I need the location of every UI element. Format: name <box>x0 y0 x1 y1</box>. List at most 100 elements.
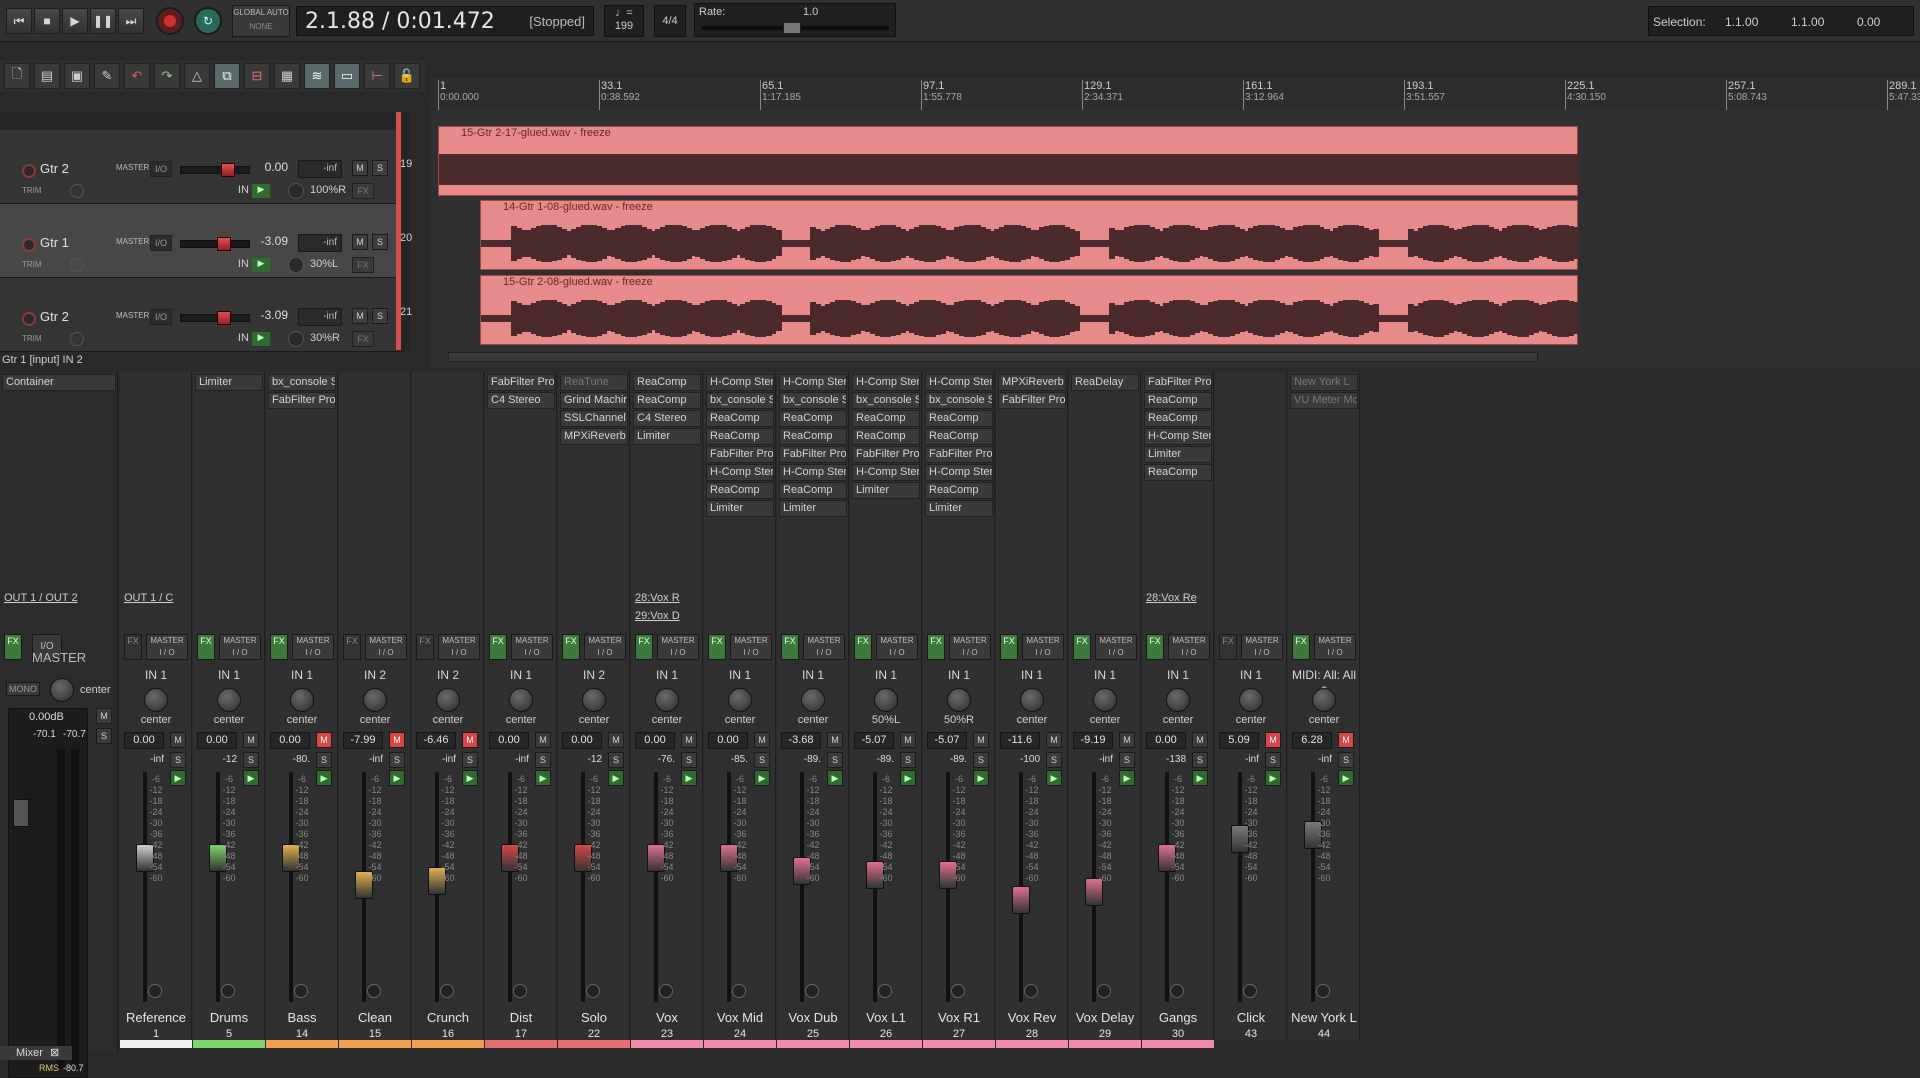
strip-input[interactable]: IN 1 <box>266 668 338 682</box>
io-button[interactable]: MASTER I / O <box>657 634 699 660</box>
fx-slot[interactable]: H-Comp Ster <box>925 374 993 391</box>
monitor-icon[interactable]: ▶ <box>252 184 270 198</box>
strip-input[interactable]: IN 1 <box>193 668 265 682</box>
io-button[interactable]: MASTER I / O <box>730 634 772 660</box>
volume-slider-handle[interactable] <box>221 163 235 177</box>
mute-button[interactable]: M <box>827 732 843 748</box>
strip-input[interactable]: IN 1 <box>1215 668 1287 682</box>
fx-slot[interactable]: ReaComp <box>633 374 701 391</box>
fx-slot[interactable]: H-Comp Ster <box>1144 428 1212 445</box>
phase-icon[interactable] <box>805 984 819 998</box>
strip-input[interactable]: IN 1 <box>631 668 703 682</box>
strip-volume[interactable]: -7.99 <box>343 732 383 749</box>
fx-button[interactable]: FX <box>352 183 374 199</box>
fx-slot[interactable]: FabFilter Pro- <box>1144 374 1212 391</box>
fx-slot[interactable]: FabFilter Pro- <box>706 446 774 463</box>
fx-slot[interactable]: FabFilter Pro- <box>779 446 847 463</box>
trim-button[interactable]: TRIM <box>22 331 62 347</box>
io-button[interactable]: I/O <box>150 309 172 325</box>
mute-button[interactable]: M <box>900 732 916 748</box>
strip-name[interactable]: Drums <box>193 1010 265 1025</box>
strip-name[interactable]: Click <box>1215 1010 1287 1025</box>
fx-slot[interactable]: ReaComp <box>925 410 993 427</box>
fx-slot[interactable]: bx_console S <box>779 392 847 409</box>
fx-slot[interactable]: Limiter <box>852 482 920 499</box>
solo-button[interactable]: S <box>754 752 770 768</box>
pan-knob[interactable] <box>436 688 460 712</box>
pan-knob[interactable] <box>363 688 387 712</box>
strip-input[interactable]: IN 1 <box>850 668 922 682</box>
pan-knob[interactable] <box>509 688 533 712</box>
time-display[interactable]: 2.1.88 / 0:01.472 [Stopped] <box>296 6 594 36</box>
mute-button[interactable]: M <box>352 160 368 176</box>
strip-input[interactable]: IN 1 <box>120 668 192 682</box>
fx-button[interactable]: FX <box>1219 634 1237 660</box>
mute-button[interactable]: M <box>1338 732 1354 748</box>
strip-volume[interactable]: 0.00 <box>635 732 675 749</box>
phase-icon[interactable] <box>440 984 454 998</box>
fx-slot[interactable]: bx_console S <box>852 392 920 409</box>
fx-button[interactable]: FX <box>562 634 580 660</box>
phase-icon[interactable] <box>1024 984 1038 998</box>
phase-icon[interactable] <box>586 984 600 998</box>
fx-slot[interactable]: Limiter <box>706 500 774 517</box>
playrate-control[interactable]: Rate: 1.0 <box>694 3 896 37</box>
solo-button[interactable]: S <box>243 752 259 768</box>
master-fader-knob[interactable] <box>13 799 29 827</box>
send-slot[interactable]: 29:Vox D <box>633 608 687 624</box>
monitor-icon[interactable]: ▶ <box>1338 770 1354 786</box>
strip-volume[interactable]: 0.00 <box>489 732 529 749</box>
track-name[interactable]: Gtr 2 <box>40 309 110 327</box>
metronome-toggle-icon[interactable]: △ <box>184 63 210 89</box>
monitor-icon[interactable]: ▶ <box>681 770 697 786</box>
trim-button[interactable]: TRIM <box>22 257 62 273</box>
monitor-icon[interactable]: ▶ <box>900 770 916 786</box>
fx-slot[interactable]: H-Comp Ster <box>706 374 774 391</box>
io-button[interactable]: MASTER I / O <box>876 634 918 660</box>
io-button[interactable]: MASTER I / O <box>1241 634 1283 660</box>
strip-name[interactable]: Vox R1 <box>923 1010 995 1025</box>
lock-icon[interactable]: 🔓 <box>394 63 420 89</box>
solo-button[interactable]: S <box>1265 752 1281 768</box>
master-send-tag[interactable]: MASTER <box>116 311 149 320</box>
monitor-icon[interactable]: ▶ <box>252 332 270 346</box>
strip-volume[interactable]: -9.19 <box>1073 732 1113 749</box>
solo-button[interactable]: S <box>316 752 332 768</box>
pan-knob[interactable] <box>801 688 825 712</box>
fx-button[interactable]: FX <box>197 634 215 660</box>
io-button[interactable]: MASTER I / O <box>365 634 407 660</box>
fx-slot[interactable]: ReaComp <box>1144 464 1212 481</box>
global-auto-button[interactable]: GLOBAL AUTO NONE <box>232 5 290 37</box>
volume-slider[interactable] <box>180 311 250 325</box>
mute-button[interactable]: M <box>1192 732 1208 748</box>
strip-input[interactable]: IN 1 <box>996 668 1068 682</box>
timeline-ruler[interactable]: 1 0:00.000 33.1 0:38.592 65.1 1:17.185 97.1 1:5… <box>430 80 1920 110</box>
track-input[interactable]: IN 2 <box>212 258 284 270</box>
monitor-icon[interactable]: ▶ <box>1046 770 1062 786</box>
io-button[interactable]: MASTER I / O <box>1022 634 1064 660</box>
fx-slot[interactable]: FabFilter Pro- <box>268 392 336 409</box>
fx-slot[interactable]: C4 Stereo <box>487 392 555 409</box>
redo-icon[interactable]: ↷ <box>154 63 180 89</box>
fx-button[interactable]: FX <box>927 634 945 660</box>
phase-icon[interactable] <box>294 984 308 998</box>
fx-slot[interactable]: H-Comp Ster <box>852 464 920 481</box>
close-icon[interactable]: ⊠ <box>46 1047 59 1059</box>
phase-icon[interactable] <box>367 984 381 998</box>
strip-name[interactable]: Vox Delay <box>1069 1010 1141 1025</box>
master-mono-button[interactable]: MONO <box>6 682 40 696</box>
strip-volume[interactable]: -6.46 <box>416 732 456 749</box>
fx-slot[interactable]: FabFilter Pro- <box>998 392 1066 409</box>
fx-button[interactable]: FX <box>1292 634 1310 660</box>
monitor-icon[interactable]: ▶ <box>1265 770 1281 786</box>
strip-volume[interactable]: 0.00 <box>562 732 602 749</box>
fx-slot[interactable]: Limiter <box>779 500 847 517</box>
fx-slot[interactable]: ReaComp <box>852 428 920 445</box>
fx-slot[interactable]: ReaComp <box>706 410 774 427</box>
strip-input[interactable]: IN 1 <box>777 668 849 682</box>
monitor-icon[interactable]: ▶ <box>754 770 770 786</box>
pan-knob[interactable] <box>1239 688 1263 712</box>
solo-button[interactable]: S <box>170 752 186 768</box>
fx-slot[interactable]: VU Meter Mo <box>1290 392 1358 409</box>
phase-icon[interactable] <box>659 984 673 998</box>
